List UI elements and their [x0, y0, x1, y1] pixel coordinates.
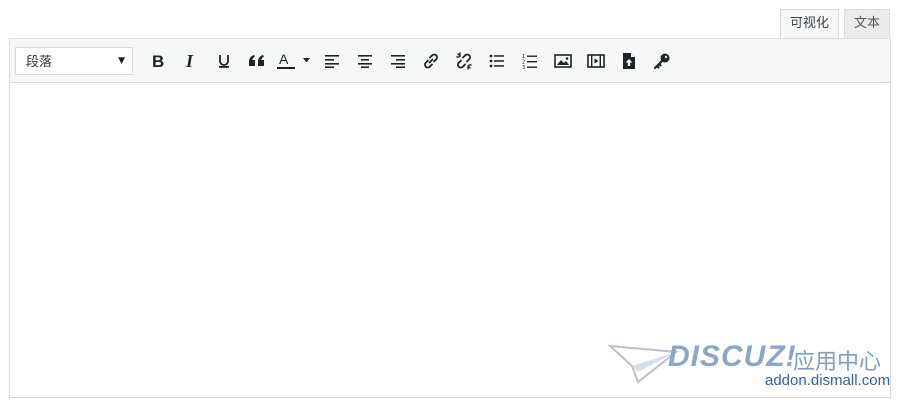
numbered-list-icon: 1 2 3 [522, 54, 537, 69]
key-button[interactable] [645, 46, 678, 76]
align-left-icon [324, 54, 339, 68]
align-left-button[interactable] [315, 46, 348, 76]
unlink-icon [455, 51, 472, 70]
tab-visual[interactable]: 可视化 [779, 9, 839, 39]
svg-text:I: I [185, 53, 194, 69]
editor-toolbar: 段落 ▼ B I A 1 2 3 [10, 39, 890, 83]
underline-button[interactable] [207, 46, 240, 76]
svg-text:3: 3 [522, 65, 525, 69]
italic-icon: I [185, 53, 194, 69]
blockquote-button[interactable] [240, 46, 273, 76]
underline-icon [218, 54, 229, 68]
image-icon [553, 53, 572, 68]
remove-link-button[interactable] [447, 46, 480, 76]
insert-image-button[interactable] [546, 46, 579, 76]
insert-link-button[interactable] [414, 46, 447, 76]
format-select-value: 段落 [26, 55, 53, 70]
align-right-icon [390, 54, 405, 68]
watermark: DISCUZ! 应用中心 addon.dismall.com [608, 340, 891, 394]
watermark-logo: DISCUZ! [668, 340, 797, 373]
align-center-button[interactable] [348, 46, 381, 76]
quote-icon [248, 54, 264, 66]
align-center-icon [357, 54, 372, 68]
key-icon [653, 53, 669, 69]
text-color-button[interactable]: A [273, 46, 315, 76]
text-color-icon: A [277, 51, 310, 69]
svg-text:A: A [279, 51, 289, 67]
numbered-list-button[interactable]: 1 2 3 [513, 46, 546, 76]
editor-mode-tabs: 可视化 文本 [779, 9, 890, 39]
bold-button[interactable]: B [141, 46, 174, 76]
link-icon [423, 53, 438, 68]
upload-file-button[interactable] [612, 46, 645, 76]
file-upload-icon [622, 52, 635, 69]
align-right-button[interactable] [381, 46, 414, 76]
bullet-list-icon [489, 54, 504, 67]
bold-icon: B [152, 53, 164, 69]
chevron-down-icon: ▼ [118, 55, 125, 66]
bullet-list-button[interactable] [480, 46, 513, 76]
insert-video-button[interactable] [579, 46, 612, 76]
watermark-url: addon.dismall.com [765, 372, 891, 389]
italic-button[interactable]: I [174, 46, 207, 76]
svg-text:B: B [152, 53, 164, 69]
video-icon [586, 53, 605, 68]
paragraph-format-select[interactable]: 段落 ▼ [15, 46, 133, 75]
tab-text[interactable]: 文本 [843, 9, 890, 39]
